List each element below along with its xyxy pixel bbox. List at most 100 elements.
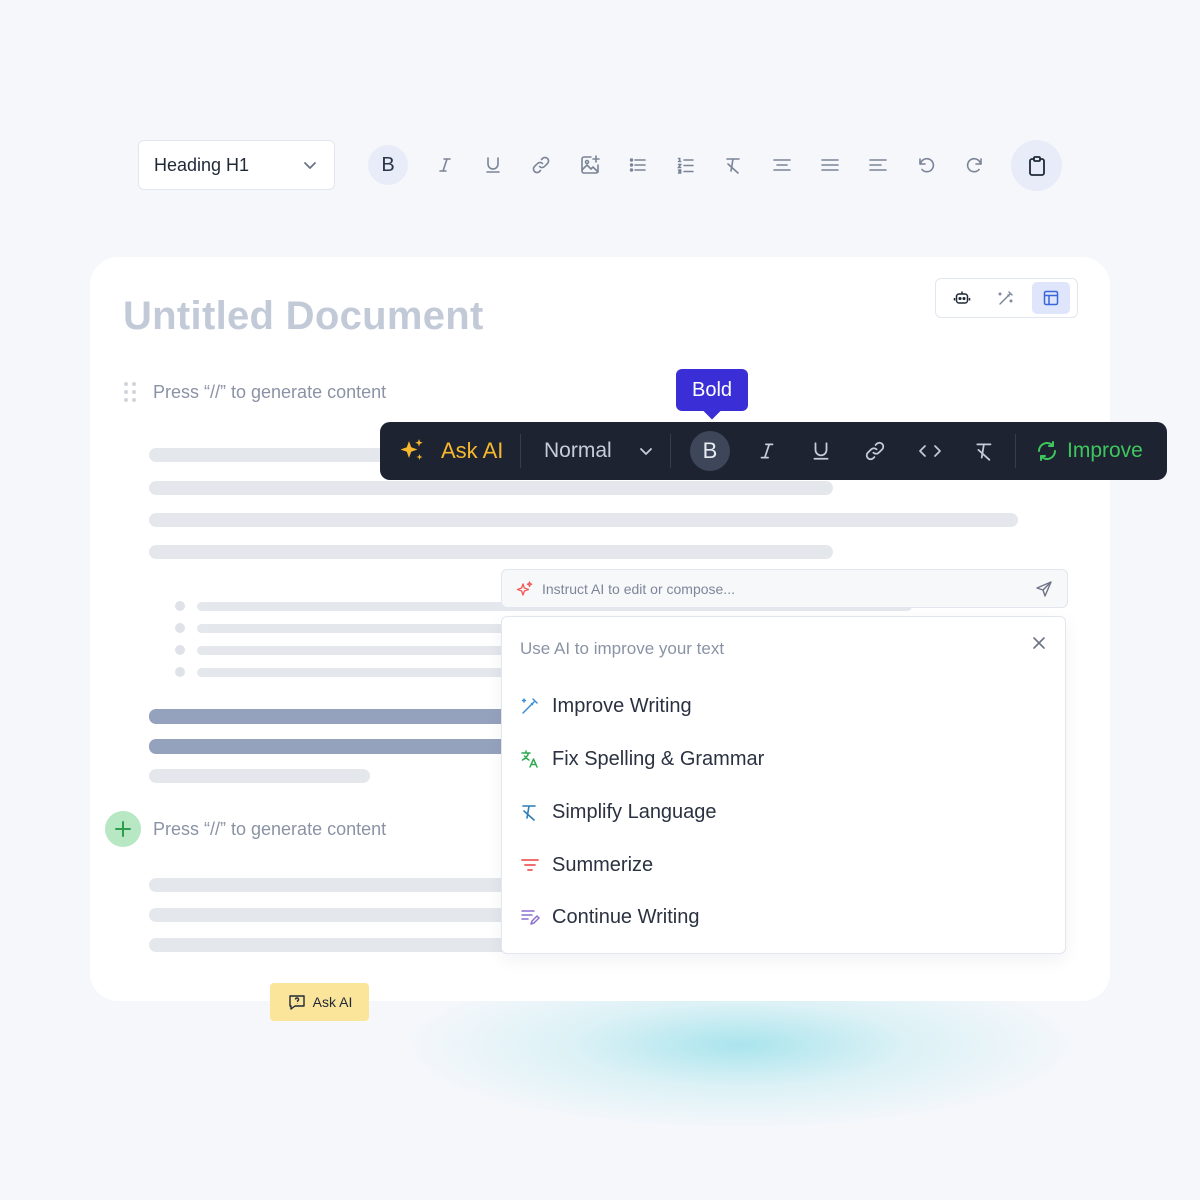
chevron-down-icon bbox=[302, 157, 318, 173]
skeleton-bullet bbox=[175, 601, 185, 611]
ask-ai-chip-label: Ask AI bbox=[312, 994, 353, 1010]
float-italic-button[interactable] bbox=[756, 422, 778, 480]
skeleton-bullet bbox=[175, 667, 185, 677]
filter-lines-icon bbox=[520, 855, 540, 875]
ai-menu-heading: Use AI to improve your text bbox=[520, 639, 725, 658]
menu-item-summarize[interactable]: Summerize bbox=[520, 845, 653, 885]
skeleton-line bbox=[149, 908, 509, 922]
layout-icon bbox=[1042, 289, 1060, 307]
float-code-button[interactable] bbox=[917, 422, 943, 480]
selected-line bbox=[149, 739, 509, 754]
view-magic-button[interactable] bbox=[987, 282, 1025, 314]
undo-button[interactable] bbox=[906, 145, 946, 185]
clear-format-icon bbox=[974, 440, 996, 462]
menu-item-fix-spelling[interactable]: Fix Spelling & Grammar bbox=[520, 739, 764, 779]
ask-ai-button[interactable]: Ask AI bbox=[397, 422, 503, 480]
heading-style-value: Heading H1 bbox=[154, 154, 250, 175]
chevron-down-icon bbox=[638, 443, 654, 459]
image-button[interactable] bbox=[570, 145, 610, 185]
text-style-value: Normal bbox=[544, 439, 612, 462]
underline-icon bbox=[483, 155, 503, 175]
skeleton-line bbox=[197, 668, 507, 677]
improve-label: Improve bbox=[1067, 439, 1143, 462]
menu-item-continue-writing[interactable]: Continue Writing bbox=[520, 897, 699, 937]
float-link-button[interactable] bbox=[864, 422, 886, 480]
add-block-button[interactable] bbox=[105, 811, 141, 847]
align-left-icon bbox=[868, 155, 888, 175]
redo-icon bbox=[965, 155, 985, 175]
undo-icon bbox=[916, 155, 936, 175]
ai-instruct-field bbox=[501, 569, 1068, 608]
align-justify-button[interactable] bbox=[810, 145, 850, 185]
float-underline-button[interactable] bbox=[810, 422, 832, 480]
bold-icon: B bbox=[690, 431, 730, 471]
numbered-list-button[interactable] bbox=[666, 145, 706, 185]
clipboard-icon bbox=[1027, 155, 1047, 177]
skeleton-line bbox=[197, 646, 507, 655]
menu-item-label: Summerize bbox=[552, 853, 654, 876]
menu-item-label: Fix Spelling & Grammar bbox=[552, 747, 765, 770]
chat-bubble-icon bbox=[287, 992, 307, 1012]
bold-tooltip: Bold bbox=[676, 369, 748, 411]
send-icon[interactable] bbox=[1035, 580, 1053, 598]
skeleton-line bbox=[149, 769, 370, 783]
floating-format-toolbar: Ask AI Normal B Improve bbox=[380, 422, 1167, 480]
plus-icon bbox=[114, 820, 132, 838]
numbered-list-icon bbox=[676, 155, 696, 175]
float-bold-button[interactable]: B bbox=[690, 422, 730, 480]
bold-icon: B bbox=[381, 153, 395, 176]
clipboard-button[interactable] bbox=[1011, 140, 1062, 191]
clear-format-icon bbox=[724, 155, 744, 175]
skeleton-line bbox=[149, 878, 509, 892]
bullet-list-icon bbox=[628, 155, 648, 175]
menu-item-simplify-language[interactable]: Simplify Language bbox=[520, 792, 717, 832]
bold-button[interactable]: B bbox=[368, 145, 408, 185]
skeleton-line bbox=[149, 481, 833, 495]
toolbar-divider bbox=[1015, 434, 1016, 468]
improve-button[interactable]: Improve bbox=[1035, 422, 1143, 480]
ask-ai-label: Ask AI bbox=[441, 438, 504, 463]
skeleton-line bbox=[149, 938, 509, 952]
ai-instruct-input[interactable] bbox=[542, 580, 1027, 597]
underline-button[interactable] bbox=[473, 145, 513, 185]
link-button[interactable] bbox=[521, 145, 561, 185]
menu-item-label: Continue Writing bbox=[552, 905, 700, 928]
heading-style-dropdown[interactable]: Heading H1 bbox=[138, 140, 335, 190]
link-icon bbox=[864, 440, 886, 462]
view-robot-button[interactable] bbox=[943, 282, 981, 314]
document-title[interactable]: Untitled Document bbox=[123, 294, 484, 339]
selected-line bbox=[149, 709, 509, 724]
text-style-dropdown[interactable]: Normal bbox=[544, 422, 654, 480]
redo-button[interactable] bbox=[955, 145, 995, 185]
drag-handle-icon[interactable] bbox=[123, 381, 137, 403]
view-toggle-group bbox=[935, 278, 1078, 318]
align-left-button[interactable] bbox=[858, 145, 898, 185]
close-icon[interactable] bbox=[1031, 635, 1047, 651]
ask-ai-chip[interactable]: Ask AI bbox=[270, 983, 369, 1021]
pencil-lines-icon bbox=[520, 907, 540, 927]
clear-format-icon bbox=[520, 802, 540, 822]
menu-item-improve-writing[interactable]: Improve Writing bbox=[520, 686, 692, 726]
align-center-button[interactable] bbox=[762, 145, 802, 185]
menu-item-label: Improve Writing bbox=[552, 694, 692, 717]
bullet-list-button[interactable] bbox=[618, 145, 658, 185]
clear-format-button[interactable] bbox=[714, 145, 754, 185]
skeleton-line bbox=[197, 624, 507, 633]
skeleton-line bbox=[149, 448, 409, 462]
align-center-icon bbox=[772, 155, 792, 175]
skeleton-line bbox=[149, 513, 1018, 527]
refresh-icon bbox=[1035, 439, 1059, 463]
view-layout-button[interactable] bbox=[1031, 282, 1070, 314]
float-clear-format-button[interactable] bbox=[974, 422, 996, 480]
skeleton-bullet bbox=[175, 645, 185, 655]
toolbar-divider bbox=[520, 434, 521, 468]
magic-wand-icon bbox=[520, 696, 540, 716]
magic-wand-icon bbox=[997, 289, 1015, 307]
ai-actions-menu: Use AI to improve your text Improve Writ… bbox=[501, 616, 1066, 954]
italic-button[interactable] bbox=[425, 145, 465, 185]
robot-icon bbox=[953, 289, 971, 307]
content-placeholder[interactable]: Press “//” to generate content bbox=[153, 382, 386, 403]
content-placeholder[interactable]: Press “//” to generate content bbox=[153, 819, 386, 840]
skeleton-line bbox=[149, 545, 833, 559]
code-icon bbox=[917, 440, 943, 462]
